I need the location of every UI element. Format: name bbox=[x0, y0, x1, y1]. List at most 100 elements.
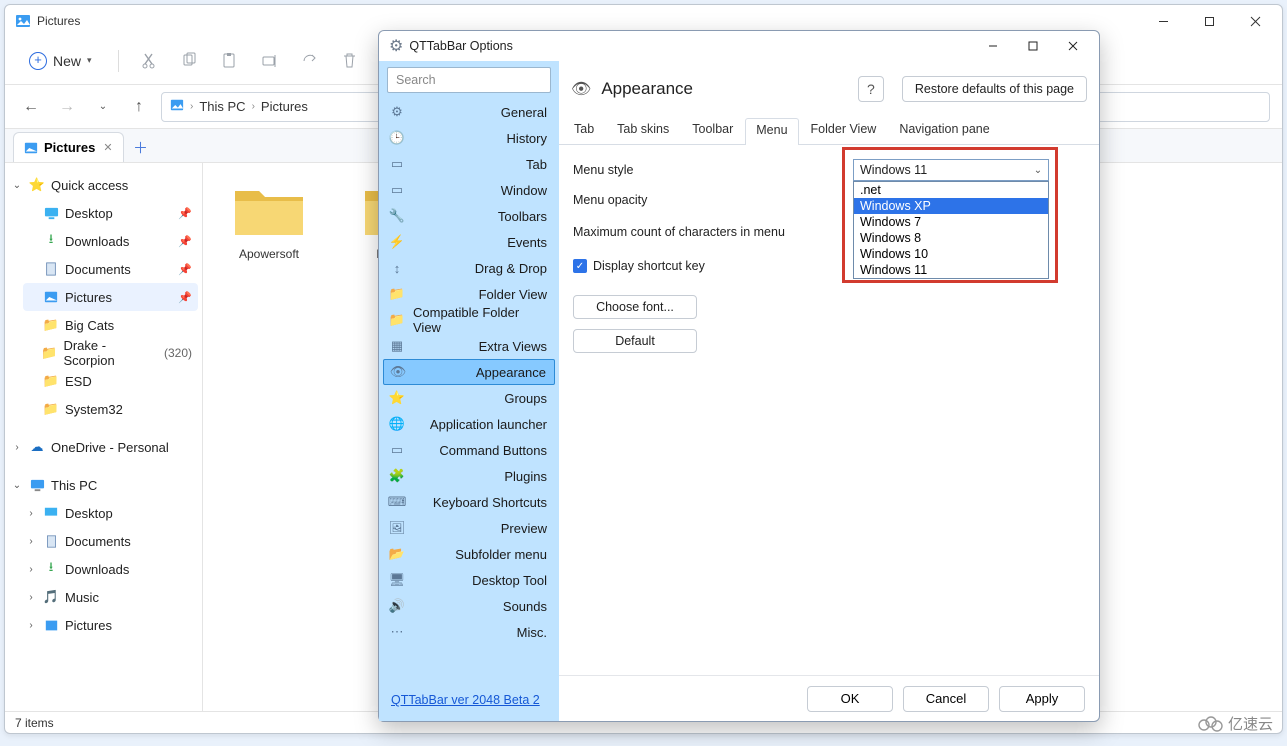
nav-bigcats[interactable]: 📁Big Cats bbox=[23, 311, 198, 339]
search-input[interactable]: Search bbox=[387, 67, 551, 93]
share-icon[interactable] bbox=[295, 46, 325, 76]
category-keyboard-shortcuts[interactable]: ⌨Keyboard Shortcuts bbox=[379, 489, 559, 515]
navigation-pane[interactable]: ⌄ ⭐ Quick access Desktop📌 ⭳Downloads📌 Do… bbox=[5, 163, 203, 711]
version-link[interactable]: QTTabBar ver 2048 Beta 2 bbox=[379, 683, 559, 721]
category-command-buttons[interactable]: ▭Command Buttons bbox=[379, 437, 559, 463]
nav-system32[interactable]: 📁System32 bbox=[23, 395, 198, 423]
subtab-navigation-pane[interactable]: Navigation pane bbox=[888, 117, 1000, 144]
category-groups[interactable]: ⭐Groups bbox=[379, 385, 559, 411]
nav-tp-desktop[interactable]: ›Desktop bbox=[23, 499, 198, 527]
cut-icon[interactable] bbox=[135, 46, 165, 76]
category-extra-views[interactable]: ▦Extra Views bbox=[379, 333, 559, 359]
qttabbar-options-dialog: ⚙ QTTabBar Options Search ⚙General🕒Histo… bbox=[378, 30, 1100, 722]
nav-tp-downloads[interactable]: ›⭳Downloads bbox=[23, 555, 198, 583]
dropdown-option[interactable]: Windows 7 bbox=[854, 214, 1048, 230]
close-icon[interactable]: ✕ bbox=[103, 141, 112, 154]
category-folder-view[interactable]: 📁 Folder View bbox=[379, 281, 559, 307]
back-button[interactable]: ← bbox=[17, 93, 45, 121]
breadcrumb-pictures[interactable]: Pictures bbox=[261, 99, 308, 114]
category-tab[interactable]: ▭Tab bbox=[379, 151, 559, 177]
category-subfolder-menu[interactable]: 📂Subfolder menu bbox=[379, 541, 559, 567]
watermark: 亿速云 bbox=[1196, 713, 1273, 734]
category-label: Folder View bbox=[479, 287, 547, 302]
category-label: Tab bbox=[526, 157, 547, 172]
subtab-tab[interactable]: Tab bbox=[563, 117, 605, 144]
category-plugins[interactable]: 🧩Plugins bbox=[379, 463, 559, 489]
category-preview[interactable]: 🖼Preview bbox=[379, 515, 559, 541]
help-button[interactable]: ? bbox=[858, 76, 884, 102]
choose-font-button[interactable]: Choose font... bbox=[573, 295, 697, 319]
nav-quick-access[interactable]: ⌄ ⭐ Quick access bbox=[9, 171, 198, 199]
up-button[interactable]: ↑ bbox=[125, 93, 153, 121]
explorer-close-button[interactable] bbox=[1232, 5, 1278, 37]
category-events[interactable]: ⚡Events bbox=[379, 229, 559, 255]
forward-button[interactable]: → bbox=[53, 93, 81, 121]
category-general[interactable]: ⚙General bbox=[379, 99, 559, 125]
dropdown-option[interactable]: Windows 10 bbox=[854, 246, 1048, 262]
nav-downloads[interactable]: ⭳Downloads📌 bbox=[23, 227, 198, 255]
explorer-maximize-button[interactable] bbox=[1186, 5, 1232, 37]
status-text: 7 items bbox=[15, 716, 54, 730]
new-tab-button[interactable]: ＋ bbox=[128, 134, 154, 160]
category-appearance[interactable]: 👁Appearance bbox=[383, 359, 555, 385]
subtab-tab-skins[interactable]: Tab skins bbox=[606, 117, 680, 144]
rename-icon[interactable] bbox=[255, 46, 285, 76]
category-misc-[interactable]: ⋯Misc. bbox=[379, 619, 559, 645]
subtab-toolbar[interactable]: Toolbar bbox=[681, 117, 744, 144]
category-drag-drop[interactable]: ↕Drag & Drop bbox=[379, 255, 559, 281]
menu-style-dropdown[interactable]: .netWindows XPWindows 7Windows 8Windows … bbox=[853, 181, 1049, 279]
nav-pictures[interactable]: Pictures📌 bbox=[23, 283, 198, 311]
tab-pictures[interactable]: Pictures ✕ bbox=[13, 132, 124, 162]
category-window[interactable]: ▭Window bbox=[379, 177, 559, 203]
nav-thispc[interactable]: ⌄This PC bbox=[9, 471, 198, 499]
nav-tp-documents[interactable]: ›Documents bbox=[23, 527, 198, 555]
tab-label: Pictures bbox=[44, 140, 95, 155]
nav-esd[interactable]: 📁ESD bbox=[23, 367, 198, 395]
category-desktop-tool[interactable]: 🖥Desktop Tool bbox=[379, 567, 559, 593]
folder-icon bbox=[231, 181, 307, 241]
restore-defaults-button[interactable]: Restore defaults of this page bbox=[902, 76, 1087, 102]
nav-tp-music[interactable]: ›🎵Music bbox=[23, 583, 198, 611]
display-shortcut-checkbox[interactable]: ✓ Display shortcut key bbox=[573, 259, 705, 273]
default-button[interactable]: Default bbox=[573, 329, 697, 353]
dropdown-option[interactable]: Windows XP bbox=[854, 198, 1048, 214]
subtab-row: TabTab skinsToolbarMenuFolder ViewNaviga… bbox=[559, 117, 1099, 145]
delete-icon[interactable] bbox=[335, 46, 365, 76]
dialog-maximize-button[interactable] bbox=[1013, 32, 1053, 60]
category-compatible-folder-view[interactable]: 📁Compatible Folder View bbox=[379, 307, 559, 333]
nav-tp-pictures[interactable]: ›Pictures bbox=[23, 611, 198, 639]
nav-documents[interactable]: Documents📌 bbox=[23, 255, 198, 283]
dialog-header: 👁 Appearance ? Restore defaults of this … bbox=[559, 61, 1099, 117]
subtab-menu[interactable]: Menu bbox=[745, 118, 798, 145]
category-sounds[interactable]: 🔊Sounds bbox=[379, 593, 559, 619]
nav-label: Pictures bbox=[65, 290, 112, 305]
new-button[interactable]: + New ▾ bbox=[19, 48, 102, 74]
subtab-folder-view[interactable]: Folder View bbox=[800, 117, 888, 144]
ok-button[interactable]: OK bbox=[807, 686, 893, 712]
dropdown-option[interactable]: .net bbox=[854, 182, 1048, 198]
dropdown-option[interactable]: Windows 11 bbox=[854, 262, 1048, 278]
dropdown-option[interactable]: Windows 8 bbox=[854, 230, 1048, 246]
apply-button[interactable]: Apply bbox=[999, 686, 1085, 712]
category-toolbars[interactable]: 🔧Toolbars bbox=[379, 203, 559, 229]
folder-icon: 📁 bbox=[43, 373, 59, 389]
dialog-titlebar[interactable]: ⚙ QTTabBar Options bbox=[379, 31, 1099, 61]
folder-item[interactable]: Apowersoft bbox=[221, 181, 317, 261]
category-icon: 📁 bbox=[389, 286, 405, 302]
category-label: Toolbars bbox=[498, 209, 547, 224]
nav-onedrive[interactable]: ›☁OneDrive - Personal bbox=[9, 433, 198, 461]
nav-desktop[interactable]: Desktop📌 bbox=[23, 199, 198, 227]
breadcrumb-thispc[interactable]: This PC bbox=[199, 99, 245, 114]
dialog-close-button[interactable] bbox=[1053, 32, 1093, 60]
category-history[interactable]: 🕒History bbox=[379, 125, 559, 151]
nav-drake[interactable]: 📁Drake - Scorpion (320) bbox=[23, 339, 198, 367]
paste-icon[interactable] bbox=[215, 46, 245, 76]
dialog-minimize-button[interactable] bbox=[973, 32, 1013, 60]
cancel-button[interactable]: Cancel bbox=[903, 686, 989, 712]
copy-icon[interactable] bbox=[175, 46, 205, 76]
chevron-down-history[interactable]: ⌄ bbox=[89, 93, 117, 121]
explorer-title: Pictures bbox=[37, 14, 80, 28]
explorer-minimize-button[interactable] bbox=[1140, 5, 1186, 37]
menu-style-select[interactable]: Windows 11 ⌄ bbox=[853, 159, 1049, 181]
category-application-launcher[interactable]: 🌐Application launcher bbox=[379, 411, 559, 437]
